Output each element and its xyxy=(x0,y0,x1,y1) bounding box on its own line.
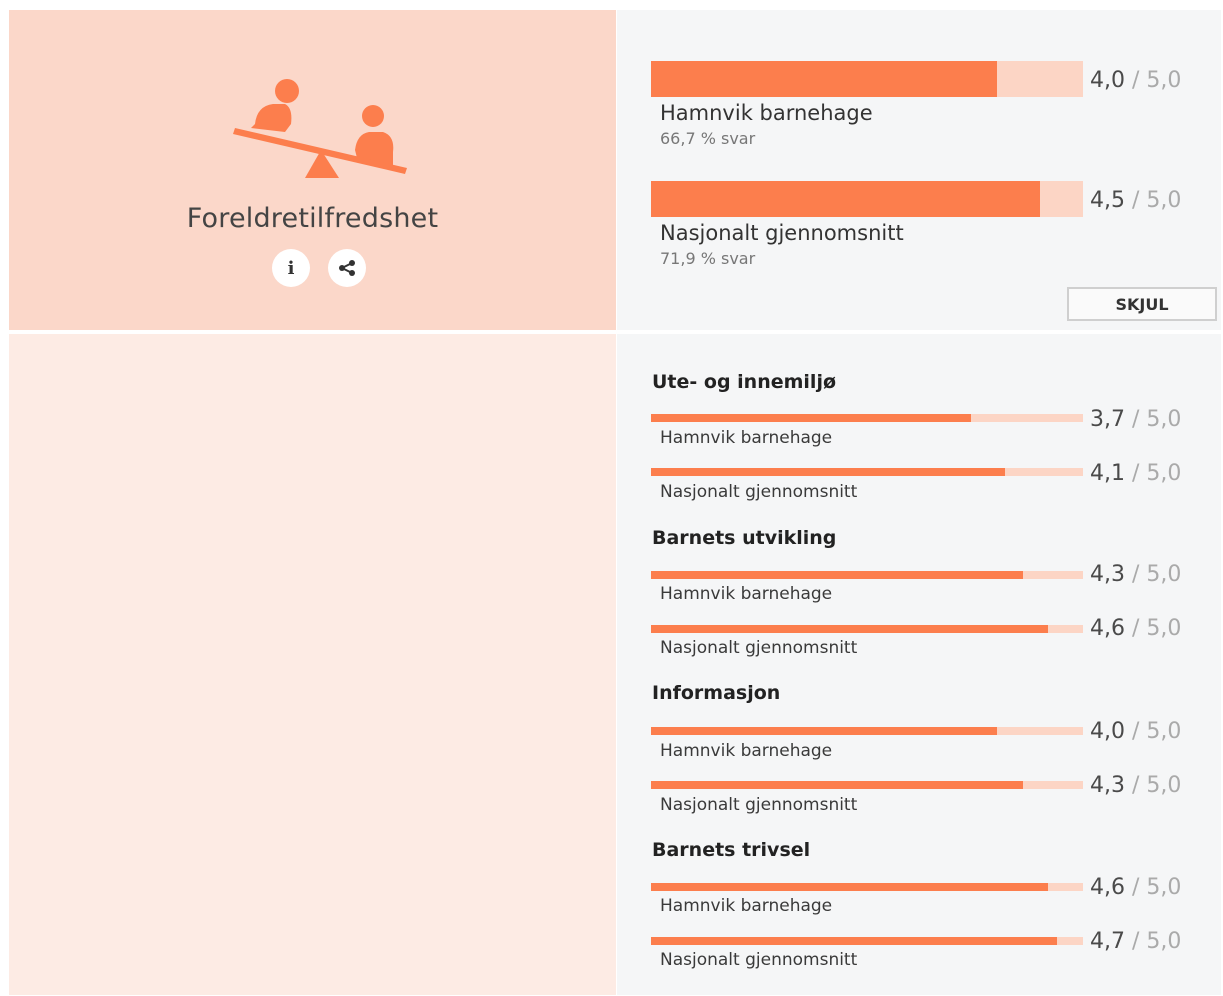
section-bar-fill xyxy=(651,781,1023,789)
row-label: Nasjonalt gjennomsnitt xyxy=(660,795,858,815)
row-label: Hamnvik barnehage xyxy=(660,741,833,761)
section-score: 4,3 / 5,0 xyxy=(1090,773,1181,798)
summary-bar xyxy=(651,181,1083,217)
section-score: 3,7 / 5,0 xyxy=(1090,407,1181,432)
summary-label: Nasjonalt gjennomsnitt xyxy=(660,221,904,245)
section-title: Informasjon xyxy=(652,682,781,704)
score-value: 4,0 xyxy=(1090,719,1125,744)
score-value: 4,3 xyxy=(1090,773,1125,798)
section-bar xyxy=(651,727,1083,735)
section-score: 4,7 / 5,0 xyxy=(1090,929,1181,954)
summary-score: 4,5 / 5,0 xyxy=(1090,188,1181,213)
section-score: 4,6 / 5,0 xyxy=(1090,616,1181,641)
summary-score: 4,0 / 5,0 xyxy=(1090,68,1181,93)
share-icon xyxy=(339,260,355,276)
score-value: 4,7 xyxy=(1090,929,1125,954)
section-score: 4,0 / 5,0 xyxy=(1090,719,1181,744)
summary-bar-fill xyxy=(651,181,1040,217)
section-title: Barnets utvikling xyxy=(652,527,837,549)
section-bar-fill xyxy=(651,468,1006,476)
section-bar-fill xyxy=(651,625,1049,633)
score-value: 3,7 xyxy=(1090,407,1125,432)
section-title: Barnets trivsel xyxy=(652,839,811,861)
score-value: 4,6 xyxy=(1090,875,1125,900)
score-max: / 5,0 xyxy=(1132,68,1182,93)
section-bar-fill xyxy=(651,727,997,735)
section-title: Ute- og innemiljø xyxy=(652,371,837,393)
row-label: Nasjonalt gjennomsnitt xyxy=(660,950,858,970)
section-score: 4,1 / 5,0 xyxy=(1090,461,1181,486)
summary-panel xyxy=(617,10,1221,330)
section-bar xyxy=(651,781,1083,789)
section-score: 4,6 / 5,0 xyxy=(1090,875,1181,900)
section-bar xyxy=(651,937,1083,945)
summary-response-rate: 71,9 % svar xyxy=(660,249,756,268)
summary-response-rate: 66,7 % svar xyxy=(660,129,756,148)
category-title: Foreldretilfredshet xyxy=(186,203,439,234)
score-value: 4,0 xyxy=(1090,68,1125,93)
category-header: Foreldretilfredshet i xyxy=(9,10,616,330)
score-max: / 5,0 xyxy=(1132,875,1182,900)
score-value: 4,3 xyxy=(1090,562,1125,587)
score-value: 4,1 xyxy=(1090,461,1125,486)
section-bar xyxy=(651,414,1083,422)
summary-label: Hamnvik barnehage xyxy=(660,101,873,125)
info-button[interactable]: i xyxy=(272,249,310,287)
score-value: 4,5 xyxy=(1090,188,1125,213)
score-max: / 5,0 xyxy=(1132,562,1182,587)
detail-left-panel xyxy=(9,334,616,995)
share-button[interactable] xyxy=(328,249,366,287)
score-max: / 5,0 xyxy=(1132,188,1182,213)
score-max: / 5,0 xyxy=(1132,407,1182,432)
section-bar-fill xyxy=(651,571,1023,579)
section-bar-fill xyxy=(651,414,971,422)
score-max: / 5,0 xyxy=(1132,461,1182,486)
row-label: Hamnvik barnehage xyxy=(660,428,833,448)
summary-bar-fill xyxy=(651,61,997,97)
score-max: / 5,0 xyxy=(1132,616,1182,641)
score-max: / 5,0 xyxy=(1132,929,1182,954)
hide-details-button[interactable]: SKJUL xyxy=(1067,287,1217,321)
row-label: Nasjonalt gjennomsnitt xyxy=(660,482,858,502)
row-label: Nasjonalt gjennomsnitt xyxy=(660,638,858,658)
score-value: 4,6 xyxy=(1090,616,1125,641)
section-bar xyxy=(651,571,1083,579)
row-label: Hamnvik barnehage xyxy=(660,584,833,604)
score-max: / 5,0 xyxy=(1132,719,1182,744)
section-bar xyxy=(651,625,1083,633)
score-max: / 5,0 xyxy=(1132,773,1182,798)
seesaw-icon xyxy=(233,79,407,178)
section-bar xyxy=(651,468,1083,476)
section-bar-fill xyxy=(651,937,1058,945)
section-bar-fill xyxy=(651,883,1049,891)
section-bar xyxy=(651,883,1083,891)
info-icon: i xyxy=(287,257,295,279)
summary-bar xyxy=(651,61,1083,97)
row-label: Hamnvik barnehage xyxy=(660,896,833,916)
section-score: 4,3 / 5,0 xyxy=(1090,562,1181,587)
